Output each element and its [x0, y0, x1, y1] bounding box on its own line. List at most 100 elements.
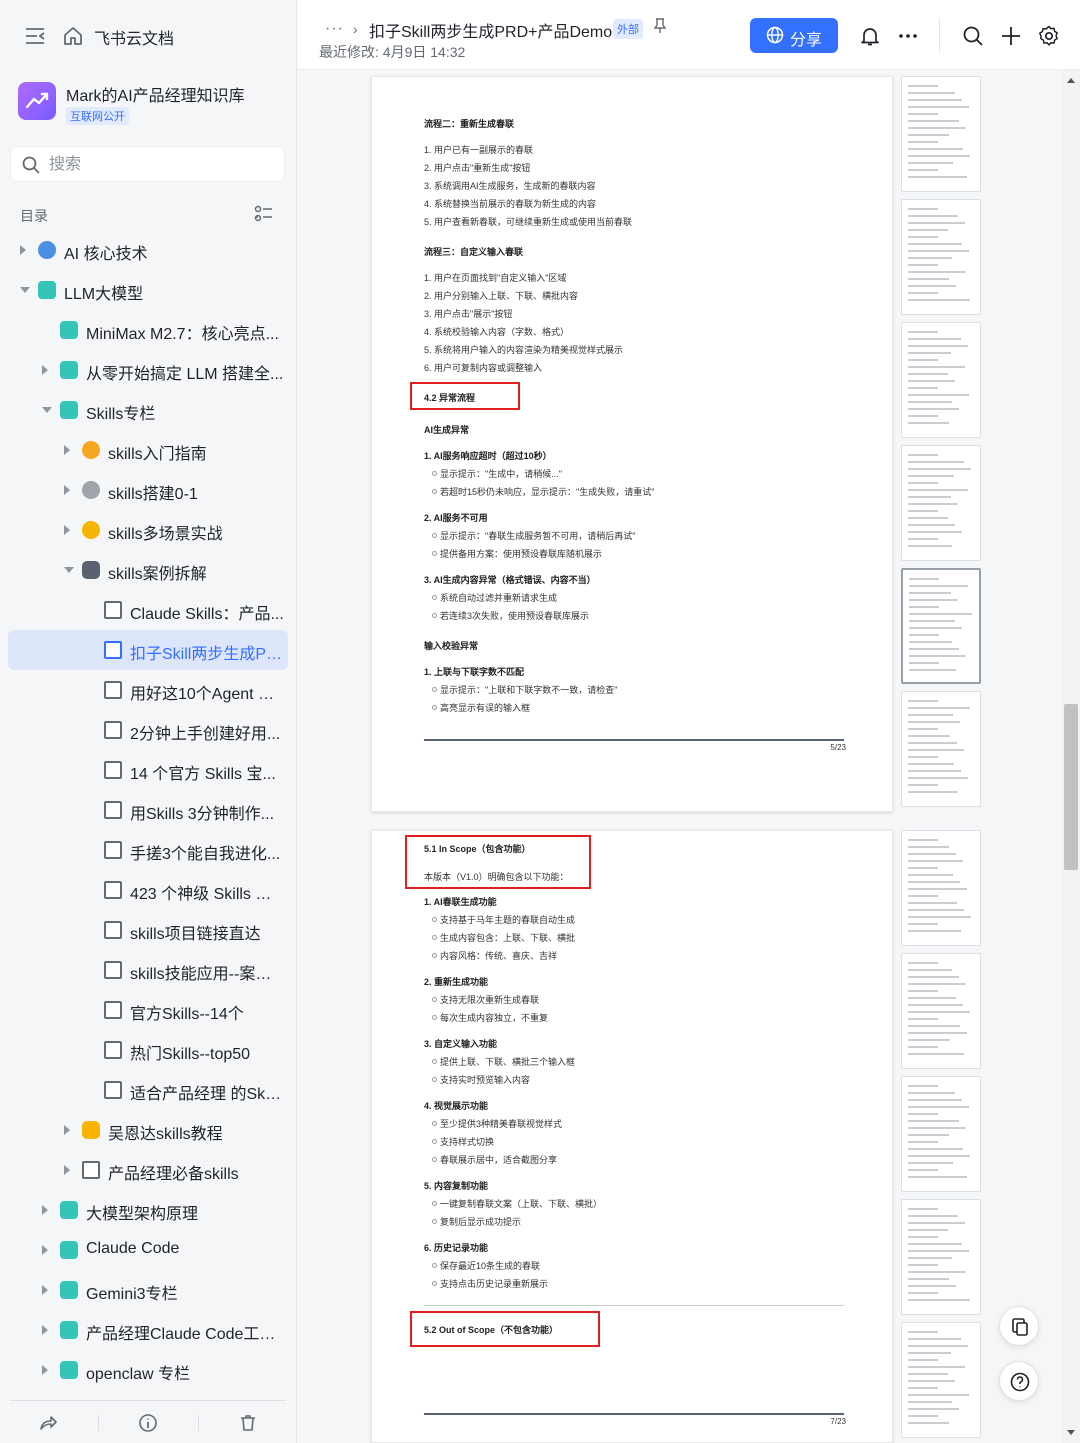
page-thumbnail[interactable]	[901, 1199, 981, 1315]
tree-item[interactable]: 14 个官方 Skills 宝...	[8, 750, 288, 790]
info-icon[interactable]	[138, 1413, 158, 1433]
vertical-scrollbar[interactable]	[1062, 70, 1080, 1443]
tree-item[interactable]: 大模型架构原理	[8, 1190, 288, 1230]
expand-arrow-right-icon[interactable]	[64, 1125, 70, 1135]
page-text-line: 3. AI生成内容异常（格式错误、内容不当）	[424, 575, 596, 585]
expand-arrow-down-icon[interactable]	[42, 407, 52, 413]
expand-arrow-right-icon[interactable]	[42, 365, 48, 375]
section-divider	[424, 1305, 844, 1306]
page-thumbnail[interactable]	[901, 1076, 981, 1192]
expand-arrow-right-icon[interactable]	[42, 1365, 48, 1375]
page-thumbnail[interactable]	[901, 199, 981, 315]
tree-item[interactable]: skills项目链接直达	[8, 910, 288, 950]
thumbnail-line	[908, 278, 949, 280]
thumbnail-line	[908, 285, 956, 287]
tree-item[interactable]: 官方Skills--14个	[8, 990, 288, 1030]
page-thumbnail[interactable]	[901, 830, 981, 946]
tree-item[interactable]: 热门Skills--top50	[8, 1030, 288, 1070]
thumbnail-line	[908, 475, 954, 477]
expand-arrow-right-icon[interactable]	[64, 485, 70, 495]
home-icon[interactable]	[62, 25, 84, 47]
expand-arrow-right-icon[interactable]	[64, 525, 70, 535]
tree-item[interactable]: 产品经理Claude Code工作流	[8, 1310, 288, 1350]
breadcrumb-more-button[interactable]: ···	[325, 20, 344, 38]
tree-item[interactable]: Gemini3专栏	[8, 1270, 288, 1310]
tree-item[interactable]: skills入门指南	[8, 430, 288, 470]
page-thumbnail[interactable]	[901, 1322, 981, 1438]
page-text-line: 复制后显示成功提示	[428, 1215, 521, 1228]
tag-icon	[60, 1361, 78, 1379]
document-viewer[interactable]: 流程二：重新生成春联 1. 用户已有一副展示的春联 2. 用户点击"重新生成"按钮 3…	[297, 70, 1080, 1443]
tree-item[interactable]: 扣子Skill两步生成PR...	[8, 630, 288, 670]
knowledge-base-header[interactable]: Mark的AI产品经理知识库 互联网公开	[18, 80, 280, 125]
tree-item[interactable]: Claude Code	[8, 1230, 288, 1270]
tree-item[interactable]: skills搭建0-1	[8, 470, 288, 510]
scroll-down-arrow-icon[interactable]	[1067, 1430, 1075, 1435]
thumbnail-line	[908, 700, 938, 702]
brand-name[interactable]: 飞书云文档	[94, 25, 174, 49]
thumbnail-line	[908, 366, 965, 368]
page-text-line: 提供备用方案：使用预设春联库随机展示	[428, 547, 602, 560]
page-thumbnail[interactable]	[901, 76, 981, 192]
tree-item[interactable]: 吴恩达skills教程	[8, 1110, 288, 1150]
share-button[interactable]: 分享	[750, 18, 838, 53]
doc-icon	[104, 1001, 122, 1019]
page-thumbnail[interactable]	[901, 445, 981, 561]
thumbnail-line	[908, 969, 952, 971]
expand-arrow-right-icon[interactable]	[20, 245, 26, 255]
tree-item[interactable]: skills技能应用--案例...	[8, 950, 288, 990]
expand-arrow-right-icon[interactable]	[42, 1205, 48, 1215]
search-input[interactable]	[49, 153, 269, 177]
expand-arrow-right-icon[interactable]	[42, 1245, 48, 1255]
tag-icon	[60, 1281, 78, 1299]
gear-icon[interactable]	[1038, 25, 1060, 47]
pin-icon[interactable]	[653, 18, 667, 34]
help-float-button[interactable]	[999, 1361, 1039, 1401]
tree-item[interactable]: Skills专栏	[8, 390, 288, 430]
expand-arrow-right-icon[interactable]	[42, 1325, 48, 1335]
document-title[interactable]: 扣子Skill两步生成PRD+产品Demo	[369, 18, 612, 42]
tree-item[interactable]: 用好这10个Agent Sk...	[8, 670, 288, 710]
search-box[interactable]	[10, 146, 285, 182]
trash-icon[interactable]	[238, 1413, 258, 1433]
tree-item[interactable]: skills多场景实战	[8, 510, 288, 550]
tree-item[interactable]: AI 核心技术	[8, 230, 288, 270]
tree-item[interactable]: MiniMax M2.7：核心亮点...	[8, 310, 288, 350]
page-thumbnail[interactable]	[901, 322, 981, 438]
toc-options-icon[interactable]	[254, 205, 274, 223]
tree-item[interactable]: 适合产品经理 的Skil...	[8, 1070, 288, 1110]
page-text-line: 3. 用户点击"展示"按钮	[424, 309, 513, 319]
search-icon[interactable]	[962, 25, 984, 47]
expand-arrow-down-icon[interactable]	[20, 287, 30, 293]
tree-item[interactable]: skills案例拆解	[8, 550, 288, 590]
tree-item[interactable]: 423 个神级 Skills —...	[8, 870, 288, 910]
thumbnail-line	[908, 983, 966, 985]
tree-item-label: AI 核心技术	[64, 246, 148, 263]
thumbnail-line	[908, 1032, 967, 1034]
plus-icon[interactable]	[1000, 25, 1022, 47]
copy-float-button[interactable]	[999, 1306, 1039, 1346]
tree-item[interactable]: Claude Skills：产品...	[8, 590, 288, 630]
page-thumbnail[interactable]	[901, 691, 981, 807]
more-options-icon[interactable]	[897, 25, 919, 47]
collapse-sidebar-icon[interactable]	[24, 26, 46, 46]
tree-item[interactable]: 从零开始搞定 LLM 搭建全...	[8, 350, 288, 390]
expand-arrow-down-icon[interactable]	[64, 567, 74, 573]
doc-icon	[104, 801, 122, 819]
scrollbar-thumb[interactable]	[1064, 704, 1078, 870]
expand-arrow-right-icon[interactable]	[64, 1165, 70, 1175]
page-thumbnail[interactable]	[901, 953, 981, 1069]
tree-item[interactable]: 2分钟上手创建好用...	[8, 710, 288, 750]
bell-icon[interactable]	[859, 25, 881, 47]
expand-arrow-right-icon[interactable]	[64, 445, 70, 455]
tree-item[interactable]: 产品经理必备skills	[8, 1150, 288, 1190]
tree-item[interactable]: openclaw 专栏	[8, 1350, 288, 1390]
page-thumbnail[interactable]	[901, 568, 981, 684]
expand-arrow-right-icon[interactable]	[42, 1285, 48, 1295]
section-heading: 5.2 Out of Scope（不包含功能）	[424, 1325, 559, 1335]
share-out-icon[interactable]	[38, 1413, 58, 1433]
scroll-up-arrow-icon[interactable]	[1067, 78, 1075, 83]
tree-item[interactable]: 用Skills 3分钟制作...	[8, 790, 288, 830]
tree-item[interactable]: LLM大模型	[8, 270, 288, 310]
tree-item[interactable]: 手搓3个能自我进化...	[8, 830, 288, 870]
